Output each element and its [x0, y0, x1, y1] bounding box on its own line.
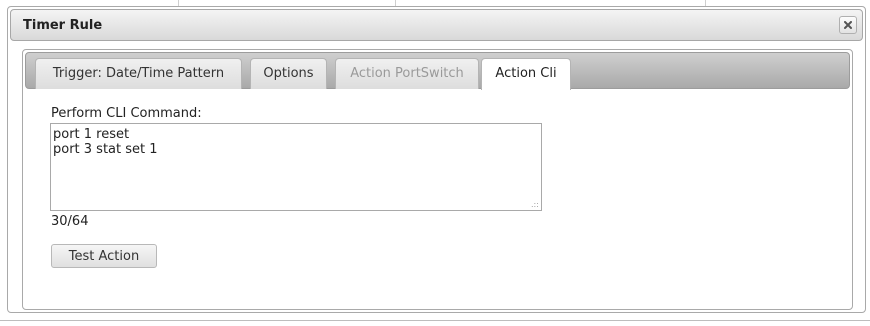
- close-x-icon: [844, 21, 852, 29]
- test-action-button[interactable]: Test Action: [51, 244, 157, 268]
- tab-action-cli[interactable]: Action Cli: [481, 58, 571, 90]
- tab-options[interactable]: Options: [250, 58, 327, 89]
- tab-trigger-date-time-pattern[interactable]: Trigger: Date/Time Pattern: [35, 58, 242, 89]
- tabs-panel: Trigger: Date/Time Pattern Options Actio…: [22, 49, 853, 310]
- cli-command-textarea[interactable]: port 1 reset port 3 stat set 1: [50, 123, 542, 211]
- dialog-titlebar[interactable]: Timer Rule: [10, 9, 863, 41]
- tab-bar: Trigger: Date/Time Pattern Options Actio…: [25, 52, 850, 90]
- close-button[interactable]: [839, 16, 857, 34]
- cli-command-label: Perform CLI Command:: [51, 106, 202, 121]
- resize-grip-icon[interactable]: .::: [531, 201, 539, 209]
- background-divider: [0, 320, 870, 321]
- dialog-title: Timer Rule: [23, 18, 103, 33]
- tab-action-portswitch: Action PortSwitch: [335, 58, 479, 89]
- character-counter: 30/64: [51, 214, 89, 229]
- timer-rule-dialog: Timer Rule Trigger: Date/Time Pattern Op…: [7, 6, 866, 313]
